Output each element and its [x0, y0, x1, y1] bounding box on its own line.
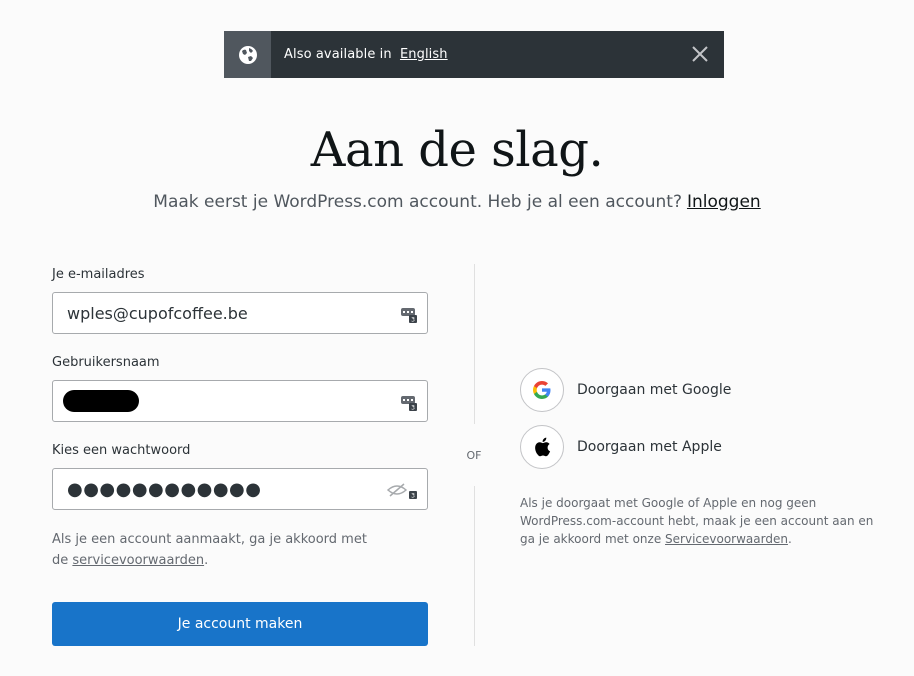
- email-label: Je e-mailadres: [52, 267, 145, 282]
- email-field[interactable]: wples@cupofcoffee.be 3: [52, 292, 428, 334]
- password-field[interactable]: ●●●●●●●●●●●● 3: [52, 468, 428, 510]
- or-separator: OF: [462, 424, 486, 486]
- password-label: Kies een wachtwoord: [52, 443, 191, 458]
- social-terms-link[interactable]: Servicevoorwaarden: [665, 532, 788, 546]
- google-label: Doorgaan met Google: [577, 382, 732, 398]
- password-manager-icon[interactable]: 3: [400, 481, 418, 499]
- password-value: ●●●●●●●●●●●●: [67, 478, 262, 500]
- language-banner: Also available in English: [224, 31, 724, 78]
- email-value: wples@cupofcoffee.be: [67, 303, 248, 323]
- terms-link[interactable]: servicevoorwaarden: [72, 553, 204, 568]
- redacted-username: [63, 390, 139, 412]
- subtitle-text: Maak eerst je WordPress.com account. Heb…: [153, 192, 682, 212]
- svg-text:3: 3: [411, 317, 415, 324]
- social-terms-note: Als je doorgaat met Google of Apple en n…: [520, 494, 890, 548]
- banner-text: Also available in English: [284, 47, 448, 62]
- apple-label: Doorgaan met Apple: [577, 439, 722, 455]
- banner-label: Also available in: [284, 47, 392, 62]
- login-link[interactable]: Inloggen: [687, 192, 761, 212]
- terms-end: .: [204, 553, 209, 568]
- terms-text: Als je een account aanmaakt, ga je akkoo…: [52, 529, 382, 571]
- apple-icon: [520, 425, 564, 469]
- username-label: Gebruikersnaam: [52, 355, 160, 370]
- password-manager-icon[interactable]: 3: [400, 393, 418, 411]
- globe-icon: [224, 31, 271, 78]
- create-account-button[interactable]: Je account maken: [52, 602, 428, 646]
- social-note-end: .: [787, 532, 792, 546]
- close-icon[interactable]: [690, 44, 710, 64]
- apple-signin-button[interactable]: Doorgaan met Apple: [520, 424, 894, 470]
- svg-text:3: 3: [411, 493, 415, 500]
- google-signin-button[interactable]: Doorgaan met Google: [520, 367, 894, 413]
- page-subtitle: Maak eerst je WordPress.com account. Heb…: [0, 192, 914, 212]
- google-icon: [520, 368, 564, 412]
- svg-text:3: 3: [411, 405, 415, 412]
- username-field[interactable]: 3: [52, 380, 428, 422]
- english-link[interactable]: English: [400, 47, 448, 62]
- password-manager-icon[interactable]: 3: [400, 305, 418, 323]
- page-title: Aan de slag.: [310, 122, 604, 178]
